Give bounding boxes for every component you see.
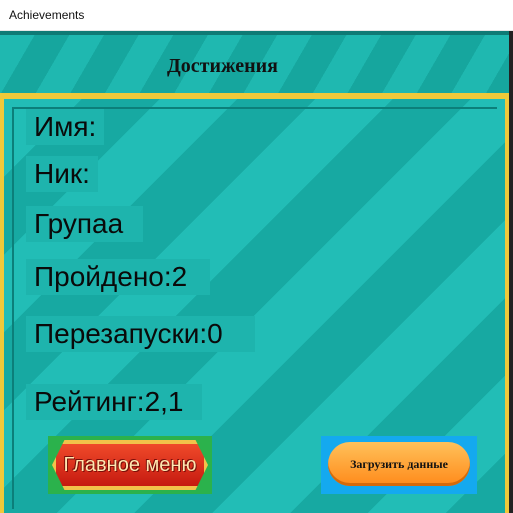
window-title: Achievements	[9, 8, 85, 22]
restarts-label: Перезапуски:0	[26, 316, 255, 352]
main-menu-button-label: Главное меню	[63, 453, 197, 476]
rating-label: Рейтинг:2,1	[26, 384, 202, 420]
main-menu-button-shape: Главное меню	[52, 440, 208, 490]
load-data-button-label: Загрузить данные	[350, 456, 448, 471]
nick-label: Ник:	[26, 156, 98, 192]
group-label: Групаа	[26, 206, 143, 242]
window-titlebar: Achievements	[0, 0, 513, 31]
header-banner: Достижения	[0, 31, 509, 101]
load-data-button[interactable]: Загрузить данные	[321, 436, 477, 494]
passed-label: Пройдено:2	[26, 259, 210, 295]
page-title: Достижения	[167, 55, 278, 77]
name-label: Имя:	[26, 109, 104, 145]
main-menu-button[interactable]: Главное меню	[48, 436, 212, 494]
load-data-button-shape: Загрузить данные	[328, 442, 470, 486]
